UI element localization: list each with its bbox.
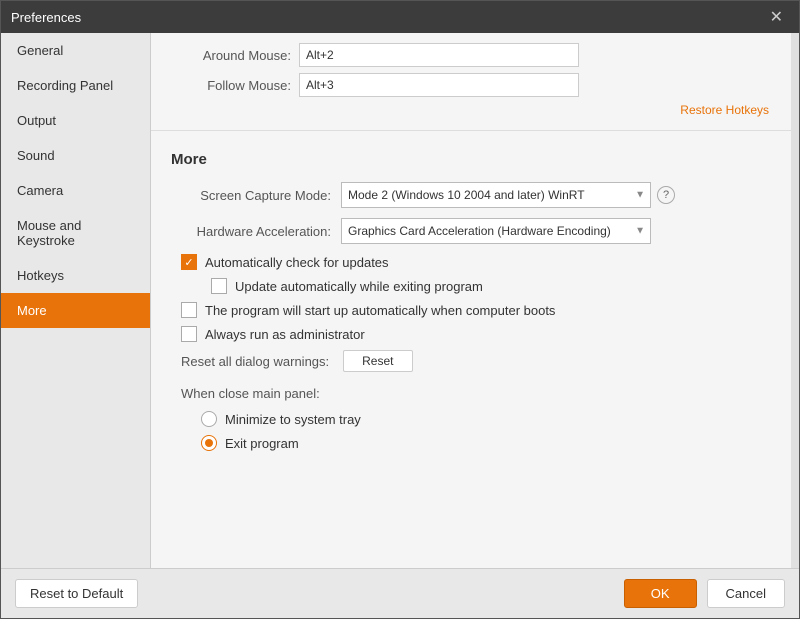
- reset-dialog-row: Reset all dialog warnings: Reset: [171, 350, 771, 372]
- sidebar-item-hotkeys[interactable]: Hotkeys: [1, 258, 150, 293]
- screen-capture-wrapper: Mode 2 (Windows 10 2004 and later) WinRT…: [341, 182, 651, 208]
- exit-radio[interactable]: [201, 435, 217, 451]
- restore-hotkeys-link[interactable]: Restore Hotkeys: [171, 103, 771, 117]
- screen-capture-row: Screen Capture Mode: Mode 2 (Windows 10 …: [171, 182, 771, 208]
- sidebar-item-recording-panel[interactable]: Recording Panel: [1, 68, 150, 103]
- update-auto-row[interactable]: Update automatically while exiting progr…: [171, 278, 771, 294]
- screen-capture-select[interactable]: Mode 2 (Windows 10 2004 and later) WinRT: [341, 182, 651, 208]
- run-admin-label: Always run as administrator: [205, 327, 365, 342]
- sidebar-item-general[interactable]: General: [1, 33, 150, 68]
- sidebar-item-output[interactable]: Output: [1, 103, 150, 138]
- around-mouse-row: Around Mouse:: [171, 43, 771, 67]
- screen-capture-label: Screen Capture Mode:: [171, 188, 331, 203]
- footer-right: OK Cancel: [624, 579, 785, 608]
- cancel-button[interactable]: Cancel: [707, 579, 785, 608]
- more-section-title: More: [171, 151, 771, 168]
- screen-capture-help-icon[interactable]: ?: [657, 186, 675, 204]
- ok-button[interactable]: OK: [624, 579, 697, 608]
- around-mouse-label: Around Mouse:: [171, 48, 291, 63]
- auto-check-updates-row[interactable]: Automatically check for updates: [171, 254, 771, 270]
- sidebar-item-camera[interactable]: Camera: [1, 173, 150, 208]
- reset-dialog-label: Reset all dialog warnings:: [181, 354, 329, 369]
- startup-auto-row[interactable]: The program will start up automatically …: [171, 302, 771, 318]
- reset-default-button[interactable]: Reset to Default: [15, 579, 138, 608]
- hardware-accel-select[interactable]: Graphics Card Acceleration (Hardware Enc…: [341, 218, 651, 244]
- around-mouse-input[interactable]: [299, 43, 579, 67]
- footer-left: Reset to Default: [15, 579, 138, 608]
- run-admin-checkbox[interactable]: [181, 326, 197, 342]
- hardware-accel-label: Hardware Acceleration:: [171, 224, 331, 239]
- more-section: More Screen Capture Mode: Mode 2 (Window…: [151, 131, 791, 568]
- content-area: General Recording Panel Output Sound Cam…: [1, 33, 799, 568]
- minimize-label: Minimize to system tray: [225, 412, 361, 427]
- run-admin-row[interactable]: Always run as administrator: [171, 326, 771, 342]
- exit-label: Exit program: [225, 436, 299, 451]
- main-panel: Around Mouse: Follow Mouse: Restore Hotk…: [151, 33, 791, 568]
- update-auto-label: Update automatically while exiting progr…: [235, 279, 483, 294]
- startup-auto-checkbox[interactable]: [181, 302, 197, 318]
- when-close-label: When close main panel:: [171, 386, 771, 401]
- hotkeys-section-top: Around Mouse: Follow Mouse: Restore Hotk…: [151, 33, 791, 131]
- title-bar: Preferences ✕: [1, 1, 799, 33]
- auto-check-updates-label: Automatically check for updates: [205, 255, 389, 270]
- footer: Reset to Default OK Cancel: [1, 568, 799, 618]
- hardware-accel-row: Hardware Acceleration: Graphics Card Acc…: [171, 218, 771, 244]
- reset-dialog-button[interactable]: Reset: [343, 350, 412, 372]
- follow-mouse-input[interactable]: [299, 73, 579, 97]
- exit-radio-row[interactable]: Exit program: [171, 435, 771, 451]
- minimize-radio[interactable]: [201, 411, 217, 427]
- minimize-radio-row[interactable]: Minimize to system tray: [171, 411, 771, 427]
- preferences-window: Preferences ✕ General Recording Panel Ou…: [0, 0, 800, 619]
- sidebar-item-sound[interactable]: Sound: [1, 138, 150, 173]
- sidebar-item-more[interactable]: More: [1, 293, 150, 328]
- follow-mouse-row: Follow Mouse:: [171, 73, 771, 97]
- auto-check-updates-checkbox[interactable]: [181, 254, 197, 270]
- update-auto-checkbox[interactable]: [211, 278, 227, 294]
- window-title: Preferences: [11, 10, 81, 25]
- sidebar-item-mouse-keystroke[interactable]: Mouse and Keystroke: [1, 208, 150, 258]
- sidebar: General Recording Panel Output Sound Cam…: [1, 33, 151, 568]
- startup-auto-label: The program will start up automatically …: [205, 303, 555, 318]
- hardware-accel-wrapper: Graphics Card Acceleration (Hardware Enc…: [341, 218, 651, 244]
- close-button[interactable]: ✕: [764, 5, 789, 29]
- follow-mouse-label: Follow Mouse:: [171, 78, 291, 93]
- scrollbar[interactable]: [791, 33, 799, 568]
